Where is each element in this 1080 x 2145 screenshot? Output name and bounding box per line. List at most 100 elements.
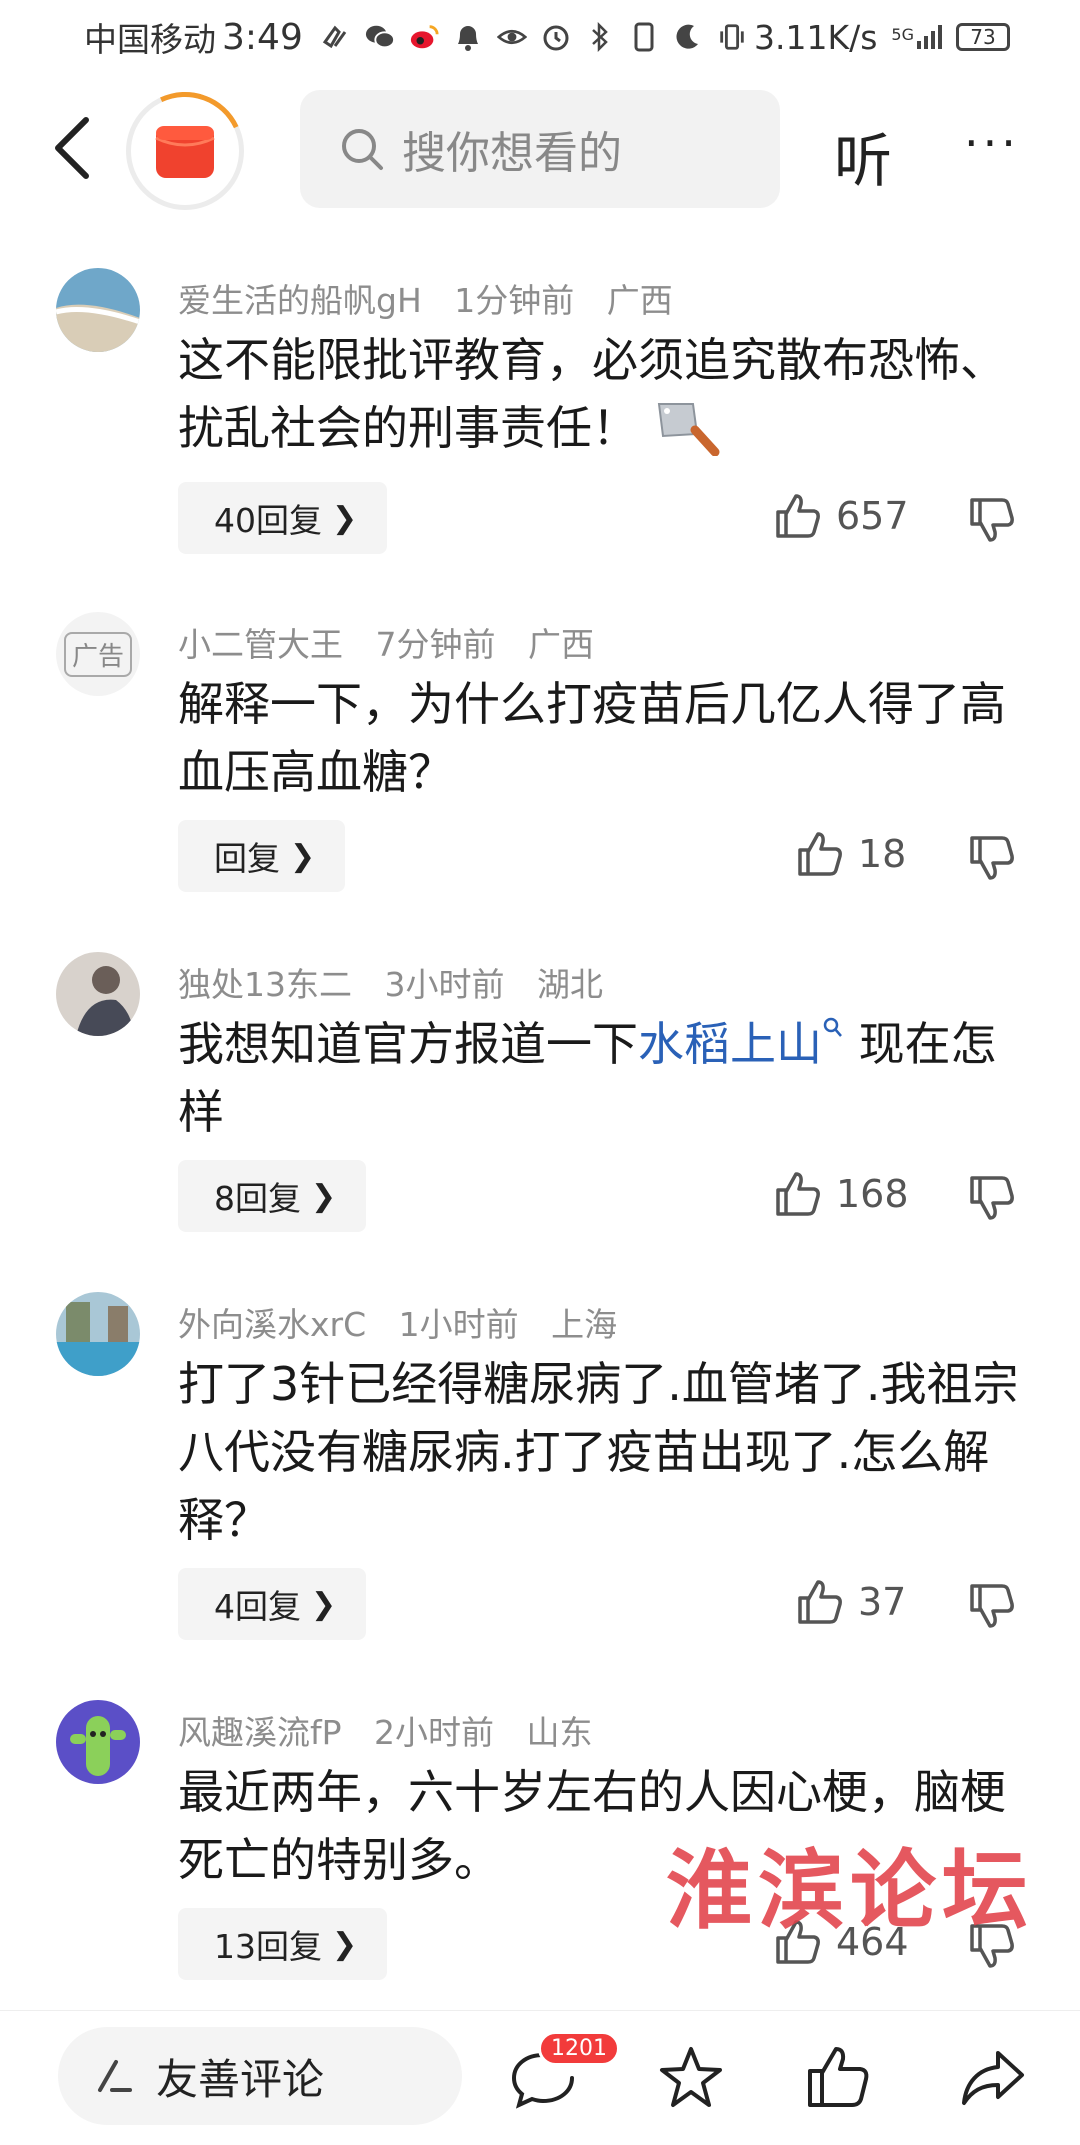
comment-text: 我想知道官方报道一下水稻上山 现在怎样 (178, 1010, 1028, 1146)
reply-label: 40回复 (214, 501, 322, 540)
search-placeholder: 搜你想看的 (402, 128, 622, 179)
link-icon (321, 22, 351, 52)
comment-body: 这不能限批评教育，必须追究散布恐怖、扰乱社会的刑事责任！ (178, 333, 1006, 455)
battery-level: 73 (970, 25, 996, 49)
search-icon (342, 129, 383, 170)
vibrate-icon (717, 22, 747, 52)
reply-label: 13回复 (214, 1927, 322, 1966)
bluetooth-icon (585, 22, 615, 52)
battery-icon: 73 (956, 23, 1010, 51)
comment-meta: 外向溪水xrC 1小时前 上海 (178, 1298, 639, 1346)
notification-icons (321, 22, 754, 52)
chevron-right-icon: ❯ (290, 838, 316, 874)
comment-location: 广西 (528, 625, 594, 664)
weibo-icon (409, 22, 439, 52)
reply-button[interactable]: 8回复 ❯ (178, 1160, 367, 1232)
thumbs-down-icon[interactable] (968, 496, 1016, 544)
thumbs-up-icon (798, 1580, 842, 1624)
chevron-right-icon: ❯ (332, 1926, 358, 1962)
comment-location: 山东 (526, 1713, 593, 1752)
avatar[interactable] (56, 268, 140, 352)
star-icon[interactable] (656, 2043, 726, 2113)
avatar[interactable] (56, 952, 140, 1036)
comment-meta: 风趣溪流fP 2小时前 山东 (178, 1706, 615, 1754)
reply-button[interactable]: 4回复 ❯ (178, 1568, 367, 1640)
comment-text: 解释一下，为什么打疫苗后几亿人得了高血压高血糖？ (178, 677, 1006, 799)
thumbs-down-icon[interactable] (968, 1582, 1016, 1630)
avatar[interactable] (56, 1700, 140, 1784)
reply-button[interactable]: 40回复 ❯ (178, 482, 388, 554)
bell-icon (453, 22, 483, 52)
like-count: 18 (858, 832, 907, 876)
carrier-label: 中国移动 (84, 20, 216, 59)
username[interactable]: 独处13东二 (178, 965, 352, 1004)
thumbs-up-icon (776, 494, 820, 538)
ad-avatar[interactable]: 广告 (56, 612, 140, 696)
ad-label: 广告 (63, 631, 132, 677)
search-input[interactable]: 搜你想看的 (300, 90, 780, 208)
comment-location: 广西 (606, 281, 673, 320)
comment-time: 3小时前 (384, 965, 505, 1004)
comment-meta: 小二管大王 7分钟前 广西 (178, 618, 616, 666)
comment-time: 2小时前 (374, 1713, 495, 1752)
reply-button[interactable]: 13回复 ❯ (178, 1908, 388, 1980)
signal-type: 5G (891, 25, 914, 44)
moon-icon (673, 22, 703, 52)
signal-icon: 5G (891, 25, 942, 49)
username[interactable]: 外向溪水xrC (178, 1305, 366, 1344)
topic-label: 水稻上山 (638, 1017, 822, 1071)
cleaver-emoji-icon (657, 403, 720, 457)
comment-text: 这不能限批评教育，必须追究散布恐怖、扰乱社会的刑事责任！ (178, 326, 1028, 462)
comment-location: 湖北 (537, 965, 603, 1004)
comment-time: 1小时前 (398, 1305, 519, 1344)
thumbs-down-icon[interactable] (968, 1174, 1016, 1222)
comment-meta: 独处13东二 3小时前 湖北 (178, 958, 625, 1006)
alarm-icon (541, 22, 571, 52)
like-count: 657 (836, 494, 909, 538)
like-button[interactable]: 18 (796, 830, 906, 878)
search-small-icon (823, 1017, 842, 1037)
status-right: 3.11K/s 5G 73 (754, 18, 1010, 57)
clock: 3:49 (222, 16, 303, 58)
like-count: 37 (858, 1580, 907, 1624)
username[interactable]: 爱生活的船帆gH (178, 281, 422, 320)
like-button[interactable]: 168 (774, 1170, 909, 1218)
avatar[interactable] (56, 1292, 140, 1376)
username[interactable]: 小二管大王 (178, 625, 343, 664)
red-packet-button[interactable] (109, 75, 261, 227)
top-nav: 搜你想看的 听 ··· (0, 75, 1080, 227)
comment-input[interactable]: 友善评论 (58, 2027, 462, 2125)
back-arrow-icon (55, 117, 89, 179)
reply-label: 8回复 (214, 1179, 301, 1218)
net-speed: 3.11K/s (753, 17, 878, 57)
like-button[interactable]: 657 (774, 492, 909, 540)
listen-button[interactable]: 听 (834, 114, 892, 198)
username[interactable]: 风趣溪流fP (178, 1713, 342, 1752)
thumbs-up-icon (776, 1172, 820, 1216)
comment-location: 上海 (551, 1305, 618, 1344)
wechat-icon (365, 22, 395, 52)
topic-link[interactable]: 水稻上山 (638, 1017, 844, 1071)
more-button[interactable]: ··· (964, 116, 1020, 170)
reply-label: 回复 (214, 839, 280, 878)
comment-text: 打了3针已经得糖尿病了.血管堵了.我祖宗八代没有糖尿病.打了疫苗出现了.怎么解释… (178, 1357, 1019, 1547)
reply-button[interactable]: 回复 ❯ (178, 820, 346, 892)
pen-icon (98, 2060, 132, 2092)
watermark: 淮滨论坛 (666, 1840, 1034, 1941)
red-packet-progress (109, 75, 261, 227)
like-count: 168 (836, 1172, 909, 1216)
like-button[interactable]: 37 (796, 1578, 906, 1626)
phone-icon (629, 22, 659, 52)
thumbs-down-icon[interactable] (968, 834, 1016, 882)
comment-time: 1分钟前 (454, 281, 575, 320)
comment-count-badge: 1201 (538, 2031, 620, 2066)
thumbs-up-icon (798, 832, 842, 876)
status-bar: 中国移动 3:49 3.11K/s 5G 73 (0, 0, 1080, 74)
chevron-right-icon: ❯ (311, 1178, 337, 1214)
reply-label: 4回复 (214, 1587, 301, 1626)
back-button[interactable] (48, 116, 98, 180)
comment-time: 7分钟前 (375, 625, 496, 664)
share-icon[interactable] (958, 2043, 1028, 2113)
eye-icon (496, 22, 527, 52)
thumbs-up-icon[interactable] (804, 2043, 874, 2113)
